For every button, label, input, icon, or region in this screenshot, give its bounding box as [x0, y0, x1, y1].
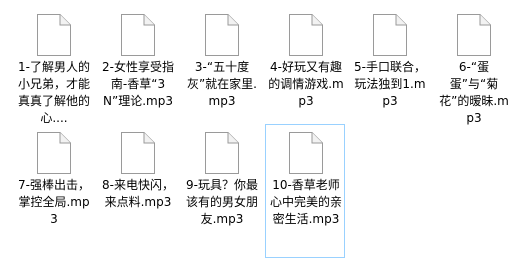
document-icon — [289, 132, 323, 174]
file-grid: 1-了解男人的小兄弟，才能真真了解他的心.... 2-女性享受指南-香草“3N”理… — [0, 0, 519, 260]
document-icon — [37, 14, 71, 56]
file-item[interactable]: 1-了解男人的小兄弟，才能真真了解他的心.... — [13, 6, 93, 125]
document-icon — [457, 14, 491, 56]
file-name-label: 3-“五十度灰”就在家里.mp3 — [186, 60, 258, 108]
file-name-label: 4-好玩又有趣的调情游戏.mp3 — [268, 60, 344, 108]
document-icon — [373, 14, 407, 56]
file-item[interactable]: 10-香草老师心中完美的亲密生活.mp3 — [265, 124, 345, 258]
document-icon — [289, 14, 323, 56]
document-icon — [205, 132, 239, 174]
file-name-label: 8-来电快闪，来点料.mp3 — [102, 178, 174, 209]
file-name-label: 5-手口联合，玩法独到1.mp3 — [354, 60, 426, 108]
file-item[interactable]: 6-“蛋蛋”与“菊花”的暧昧.mp3 — [433, 6, 513, 125]
document-icon — [121, 132, 155, 174]
file-name-label: 9-玩具？你最该有的男女朋友.mp3 — [185, 178, 258, 226]
file-name-label: 10-香草老师心中完美的亲密生活.mp3 — [269, 178, 342, 226]
file-name-label: 6-“蛋蛋”与“菊花”的暧昧.mp3 — [439, 60, 509, 125]
document-icon — [37, 132, 71, 174]
file-item[interactable]: 8-来电快闪，来点料.mp3 — [97, 124, 177, 242]
file-item[interactable]: 2-女性享受指南-香草“3N”理论.mp3 — [97, 6, 177, 124]
file-item[interactable]: 9-玩具？你最该有的男女朋友.mp3 — [181, 124, 261, 242]
file-item[interactable]: 3-“五十度灰”就在家里.mp3 — [181, 6, 261, 124]
file-name-label: 7-强棒出击，掌控全局.mp3 — [18, 178, 90, 226]
file-item[interactable]: 5-手口联合，玩法独到1.mp3 — [349, 6, 429, 124]
file-name-label: 1-了解男人的小兄弟，才能真真了解他的心.... — [17, 60, 90, 125]
document-icon — [121, 14, 155, 56]
file-item[interactable]: 4-好玩又有趣的调情游戏.mp3 — [265, 6, 345, 124]
file-name-label: 2-女性享受指南-香草“3N”理论.mp3 — [102, 60, 174, 108]
file-item[interactable]: 7-强棒出击，掌控全局.mp3 — [13, 124, 93, 242]
document-icon — [205, 14, 239, 56]
